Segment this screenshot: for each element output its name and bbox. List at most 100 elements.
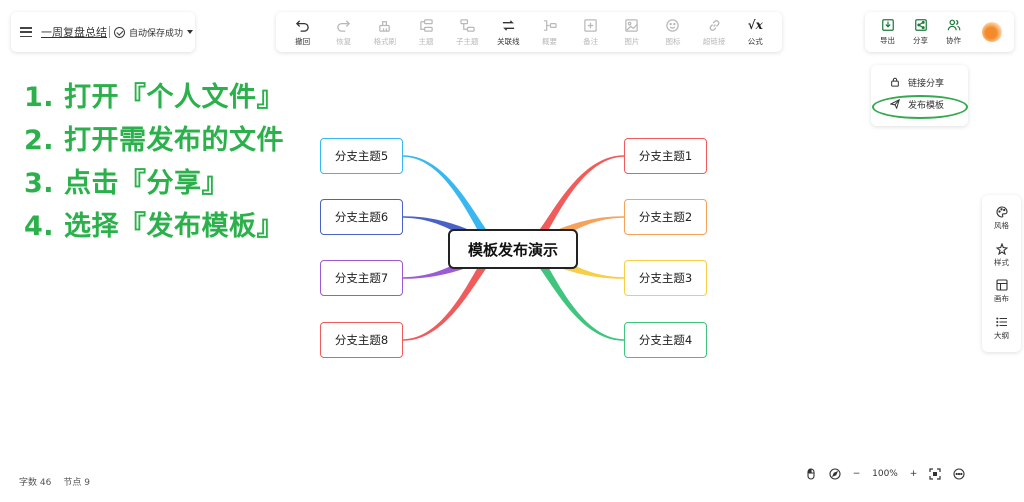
canvas-icon xyxy=(995,279,1008,291)
branch-topic-6[interactable]: 分支主题6 xyxy=(320,199,403,235)
mouse-mode-button[interactable] xyxy=(805,468,817,480)
relation-line-label: 关联线 xyxy=(497,36,520,46)
canvas-button[interactable]: 画布 xyxy=(994,279,1009,304)
hyperlink-button[interactable]: 超链接 xyxy=(694,18,734,47)
undo-label: 撤回 xyxy=(295,36,311,46)
collaborate-icon xyxy=(947,19,960,31)
summary-button[interactable]: 概要 xyxy=(530,18,570,47)
redo-icon xyxy=(337,19,351,32)
fit-view-button[interactable] xyxy=(929,468,941,480)
hyperlink-label: 超链接 xyxy=(702,36,726,46)
share-dropdown: 链接分享 发布模板 xyxy=(871,65,968,126)
collaborate-label: 协作 xyxy=(946,36,961,45)
step-2: 2. 打开需发布的文件 xyxy=(24,125,284,156)
lock-icon xyxy=(891,77,899,87)
topic-button[interactable]: 主题 xyxy=(406,18,446,47)
document-stats: 字数 46 节点 9 xyxy=(19,475,90,488)
more-icon xyxy=(953,468,965,480)
step-3: 3. 点击『分享』 xyxy=(24,168,229,199)
branch-topic-1[interactable]: 分支主题1 xyxy=(624,138,707,174)
zoom-controls: − 100% + xyxy=(805,465,965,483)
zoom-out-button[interactable]: − xyxy=(853,469,861,479)
note-button[interactable]: 备注 xyxy=(571,18,611,47)
emoji-icon xyxy=(666,18,680,32)
star-sparkle-icon xyxy=(995,242,1008,255)
relation-line-button[interactable]: 关联线 xyxy=(488,18,528,47)
redo-label: 恢复 xyxy=(336,36,352,46)
image-label: 图片 xyxy=(624,36,640,46)
step-4: 4. 选择『发布模板』 xyxy=(24,211,284,242)
locate-button[interactable] xyxy=(829,468,841,480)
node-count: 节点 9 xyxy=(63,478,90,488)
summary-icon xyxy=(543,19,557,31)
format-style-label: 样式 xyxy=(994,257,1009,267)
export-button[interactable]: 导出 xyxy=(871,18,904,46)
topic-icon xyxy=(419,18,433,32)
style-theme-button[interactable]: 风格 xyxy=(994,206,1009,231)
zoom-level: 100% xyxy=(872,469,898,479)
formula-button[interactable]: √x 公式 xyxy=(735,18,775,47)
title-separator xyxy=(109,26,110,38)
emoji-label: 图标 xyxy=(665,36,681,46)
main-toolbar: 撤回 恢复 格式刷 主题 子主题 关联线 概要 备注 图片 图标 超链接 √x xyxy=(276,12,782,52)
share-icon xyxy=(914,19,927,31)
subtopic-icon xyxy=(460,18,475,32)
branch-topic-4[interactable]: 分支主题4 xyxy=(624,322,707,358)
format-brush-icon xyxy=(379,20,391,32)
fit-screen-icon xyxy=(929,468,941,480)
save-status: 自动保存成功 xyxy=(129,28,184,39)
zoom-in-button[interactable]: + xyxy=(910,469,918,479)
list-icon xyxy=(995,317,1007,327)
branch-topic-7[interactable]: 分支主题7 xyxy=(320,260,403,296)
root-topic[interactable]: 模板发布演示 xyxy=(448,229,578,269)
image-button[interactable]: 图片 xyxy=(612,18,652,47)
step-1: 1. 打开『个人文件』 xyxy=(24,82,284,113)
branch-topic-5[interactable]: 分支主题5 xyxy=(320,138,403,174)
topic-label: 主题 xyxy=(418,36,434,46)
relation-line-icon xyxy=(502,19,514,31)
undo-button[interactable]: 撤回 xyxy=(283,18,323,47)
branch-topic-8[interactable]: 分支主题8 xyxy=(320,322,403,358)
outline-button[interactable]: 大纲 xyxy=(994,316,1009,341)
outline-label: 大纲 xyxy=(994,330,1009,340)
subtopic-label: 子主题 xyxy=(455,36,479,46)
undo-icon xyxy=(296,19,309,32)
publish-template-item[interactable]: 发布模板 xyxy=(871,93,968,115)
style-theme-label: 风格 xyxy=(994,221,1009,231)
collaborate-button[interactable]: 协作 xyxy=(937,18,970,46)
hamburger-menu-icon[interactable] xyxy=(20,27,32,37)
document-title[interactable]: 一周复盘总结 xyxy=(41,24,107,40)
export-label: 导出 xyxy=(880,36,895,45)
caret-down-icon[interactable] xyxy=(187,30,194,34)
format-brush-label: 格式刷 xyxy=(373,36,397,46)
image-icon xyxy=(625,18,639,32)
publish-template-label: 发布模板 xyxy=(908,100,945,111)
mouse-icon xyxy=(807,468,815,480)
share-button[interactable]: 分享 xyxy=(904,18,937,46)
link-icon xyxy=(709,19,719,31)
emoji-button[interactable]: 图标 xyxy=(653,18,693,47)
branch-topic-2[interactable]: 分支主题2 xyxy=(624,199,707,235)
word-count: 字数 46 xyxy=(19,478,52,488)
note-label: 备注 xyxy=(583,36,599,46)
check-circle-icon xyxy=(114,26,125,38)
link-share-label: 链接分享 xyxy=(908,78,945,89)
tutorial-steps: 1. 打开『个人文件』 2. 打开需发布的文件 3. 点击『分享』 4. 选择『… xyxy=(24,76,284,248)
palette-icon xyxy=(996,206,1008,218)
format-brush-button[interactable]: 格式刷 xyxy=(365,18,405,47)
send-icon xyxy=(890,99,900,109)
user-avatar[interactable] xyxy=(982,22,1002,42)
compass-icon xyxy=(829,468,841,480)
share-label: 分享 xyxy=(913,36,928,45)
branch-topic-3[interactable]: 分支主题3 xyxy=(624,260,707,296)
format-style-button[interactable]: 样式 xyxy=(994,242,1009,268)
summary-label: 概要 xyxy=(542,36,558,46)
more-button[interactable] xyxy=(953,468,965,480)
canvas-label: 画布 xyxy=(994,294,1009,304)
redo-button[interactable]: 恢复 xyxy=(324,18,364,47)
subtopic-button[interactable]: 子主题 xyxy=(447,18,487,47)
document-title-panel: 一周复盘总结 自动保存成功 xyxy=(11,12,195,52)
right-action-panel: 导出 分享 协作 xyxy=(865,12,1014,52)
link-share-item[interactable]: 链接分享 xyxy=(871,71,968,93)
side-tool-panel: 风格 样式 画布 大纲 xyxy=(982,195,1021,352)
